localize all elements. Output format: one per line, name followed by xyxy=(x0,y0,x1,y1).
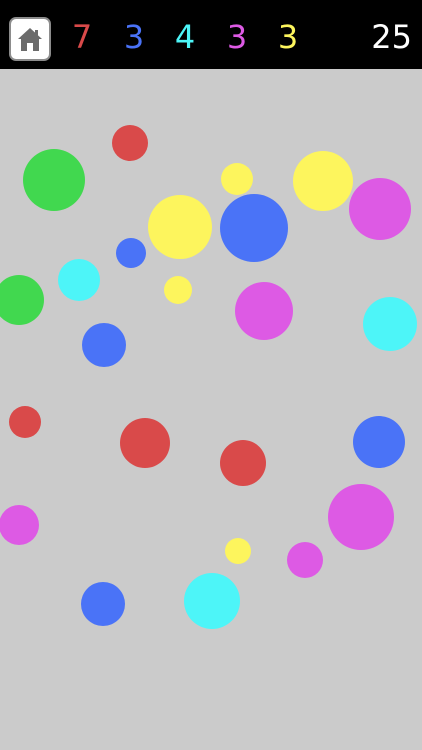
red-ball[interactable] xyxy=(112,125,148,161)
score: 25 xyxy=(371,18,412,56)
cyan-count: 4 xyxy=(174,18,196,56)
yellow-count: 3 xyxy=(277,18,299,56)
blue-ball[interactable] xyxy=(220,194,288,262)
blue-ball[interactable] xyxy=(81,582,125,626)
yellow-ball[interactable] xyxy=(293,151,353,211)
yellow-ball[interactable] xyxy=(225,538,251,564)
top-bar: 7 3 4 3 3 25 xyxy=(0,0,422,69)
red-count: 7 xyxy=(71,18,93,56)
blue-ball[interactable] xyxy=(353,416,405,468)
ball-layer[interactable] xyxy=(0,69,422,750)
magenta-ball[interactable] xyxy=(0,505,39,545)
magenta-count: 3 xyxy=(226,18,248,56)
blue-count: 3 xyxy=(123,18,145,56)
yellow-ball[interactable] xyxy=(164,276,192,304)
red-ball[interactable] xyxy=(120,418,170,468)
green-ball[interactable] xyxy=(23,149,85,211)
magenta-ball[interactable] xyxy=(328,484,394,550)
blue-ball[interactable] xyxy=(82,323,126,367)
magenta-ball[interactable] xyxy=(287,542,323,578)
cyan-ball[interactable] xyxy=(363,297,417,351)
magenta-ball[interactable] xyxy=(235,282,293,340)
yellow-ball[interactable] xyxy=(221,163,253,195)
cyan-ball[interactable] xyxy=(58,259,100,301)
cyan-ball[interactable] xyxy=(184,573,240,629)
red-ball[interactable] xyxy=(9,406,41,438)
red-ball[interactable] xyxy=(220,440,266,486)
magenta-ball[interactable] xyxy=(349,178,411,240)
game-board[interactable] xyxy=(0,69,422,750)
home-icon xyxy=(15,24,45,54)
yellow-ball[interactable] xyxy=(148,195,212,259)
blue-ball[interactable] xyxy=(116,238,146,268)
home-button[interactable] xyxy=(9,17,51,61)
green-ball[interactable] xyxy=(0,275,44,325)
